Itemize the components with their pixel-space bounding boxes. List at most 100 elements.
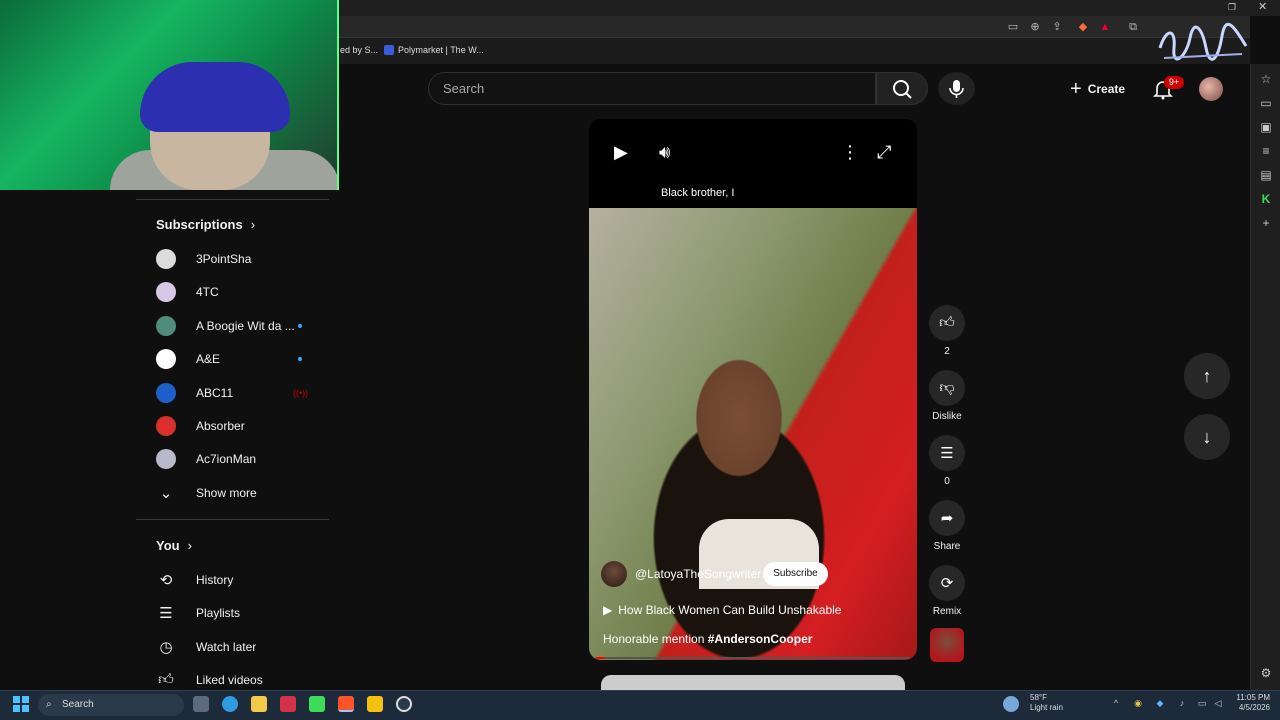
share-action[interactable]: ➦ Share (929, 500, 965, 552)
channel-name[interactable]: @LatoyaTheSongwriter (635, 567, 761, 581)
microphone-tray-icon[interactable]: ♪ (1176, 697, 1188, 709)
share-page-icon[interactable]: ⇪ (1050, 20, 1064, 34)
show-more-button[interactable]: ⌄ Show more (156, 479, 316, 507)
app-icon[interactable] (396, 696, 412, 712)
show-more-label: Show more (196, 486, 257, 500)
chevron-up-icon[interactable]: ^ (1110, 697, 1122, 709)
progress-bar[interactable] (596, 657, 910, 659)
volume-tray-icon[interactable]: ◁ (1212, 697, 1224, 709)
sidebar-item-label: History (196, 573, 234, 587)
acrobat-icon[interactable] (280, 696, 296, 712)
play-small-icon: ▶ (603, 603, 613, 617)
create-button[interactable]: + Create (1064, 76, 1138, 102)
kick-app-icon[interactable] (309, 696, 325, 712)
wallet-icon[interactable]: ▣ (1259, 120, 1273, 134)
task-view-icon[interactable] (193, 696, 209, 712)
history-panel-icon[interactable]: ▤ (1259, 168, 1273, 182)
clock-time: 11:05 PM (1236, 693, 1270, 702)
taskbar-clock[interactable]: 11:05 PM 4/5/2026 (1226, 693, 1270, 713)
rockstar-icon[interactable] (367, 696, 383, 712)
windows-start-icon[interactable] (13, 696, 29, 712)
tray-app-icon[interactable]: ◉ (1132, 697, 1144, 709)
sidebar-divider (136, 199, 329, 200)
subscription-item[interactable]: 3PointSha (156, 245, 316, 273)
weather-widget[interactable]: 58°F Light rain (1010, 693, 1063, 713)
dislike-action[interactable]: 👎︎ Dislike (929, 370, 965, 422)
more-options-icon[interactable]: ⋮ (841, 142, 859, 162)
share-label: Share (933, 541, 961, 552)
history-icon: ⟲ (159, 572, 173, 589)
signature-watermark (1156, 18, 1250, 66)
edge-icon[interactable] (222, 696, 238, 712)
sidebar-item-playlists[interactable]: ☰ Playlists (156, 599, 316, 627)
reading-list-icon[interactable]: ≡ (1259, 144, 1273, 158)
remix-label: Remix (932, 606, 962, 617)
playlists-icon: ☰ (159, 605, 173, 622)
subscriptions-header[interactable]: Subscriptions › (156, 217, 255, 232)
subscription-item[interactable]: A Boogie Wit da ... (156, 312, 316, 340)
subscription-label: Absorber (196, 419, 245, 433)
create-label: Create (1087, 82, 1126, 96)
share-icon[interactable]: ➦ (929, 500, 965, 536)
bookmark-label: ed by S... (340, 45, 379, 55)
sidebar-item-label: Watch later (196, 640, 257, 654)
subscription-item[interactable]: Absorber (156, 412, 316, 440)
thumbs-down-icon[interactable]: 👎︎ (929, 370, 965, 406)
file-explorer-icon[interactable] (251, 696, 267, 712)
channel-link[interactable]: @LatoyaTheSongwriter (601, 561, 761, 587)
previous-short-button[interactable]: ↑ (1184, 353, 1230, 399)
subscription-item[interactable]: A&E (156, 345, 316, 373)
bookmark-polymarket[interactable]: Polymarket | The W... (384, 45, 484, 55)
tabs-icon[interactable]: ▭ (1259, 96, 1273, 110)
next-short-button[interactable]: ↓ (1184, 414, 1230, 460)
account-avatar[interactable] (1199, 77, 1223, 101)
channel-avatar[interactable] (601, 561, 627, 587)
like-action[interactable]: 👍︎ 2 (929, 305, 965, 357)
extensions-icon[interactable]: ⧉ (1126, 20, 1140, 34)
tray-app-icon[interactable]: ◆ (1154, 697, 1166, 709)
remix-icon[interactable]: ⟳ (929, 565, 965, 601)
thumbs-up-icon[interactable]: 👍︎ (929, 305, 965, 341)
add-panel-icon[interactable]: + (1259, 216, 1273, 230)
chevron-down-icon: ⌄ (159, 485, 173, 502)
play-icon[interactable]: ▶ (614, 142, 628, 162)
related-video-title: How Black Women Can Build Unshakable (618, 603, 842, 617)
search-input[interactable]: Search (428, 72, 876, 105)
fullscreen-icon[interactable]: ⤢ (877, 142, 891, 162)
you-header[interactable]: You › (156, 538, 192, 553)
brave-shield-icon[interactable]: ◆ (1076, 20, 1090, 34)
search-button[interactable] (876, 72, 928, 105)
kick-icon[interactable]: K (1259, 192, 1273, 206)
bookmark-star-icon[interactable]: ☆ (1259, 72, 1273, 86)
related-video-link[interactable]: ▶ How Black Women Can Build Unshakable (603, 603, 841, 617)
cast-icon[interactable]: ▭ (1006, 20, 1020, 34)
next-short-preview[interactable] (601, 675, 905, 690)
subscription-item[interactable]: Ac7ionMan (156, 445, 316, 473)
remix-action[interactable]: ⟳ Remix (929, 565, 965, 617)
close-window-icon[interactable]: ✕ (1258, 0, 1270, 13)
volume-icon[interactable]: 🔊︎ (659, 142, 670, 162)
clock-date: 4/5/2026 (1238, 703, 1270, 712)
restore-window-icon[interactable]: ❐ (1228, 2, 1238, 12)
subscribe-button[interactable]: Subscribe (763, 562, 828, 586)
settings-gear-icon[interactable]: ⚙ (1259, 666, 1273, 680)
sidebar-item-watch-later[interactable]: ◷ Watch later (156, 633, 316, 661)
taskbar-search[interactable]: ⌕ Search (38, 694, 184, 716)
brave-rewards-icon[interactable]: ▲ (1098, 20, 1112, 34)
sidebar-item-history[interactable]: ⟲ History (156, 566, 316, 594)
subscription-label: A Boogie Wit da ... (196, 319, 295, 333)
hashtag-link[interactable]: #AndersonCooper (708, 632, 813, 646)
network-icon[interactable]: ▭ (1196, 697, 1208, 709)
comments-action[interactable]: ☰ 0 (929, 435, 965, 487)
dislike-label: Dislike (932, 411, 962, 422)
comment-icon[interactable]: ☰ (929, 435, 965, 471)
audio-thumbnail[interactable] (930, 628, 964, 662)
video-frame[interactable] (589, 208, 917, 660)
brave-icon[interactable] (338, 696, 354, 712)
subscription-label: A&E (196, 352, 221, 366)
subscription-item[interactable]: 4TC (156, 278, 316, 306)
subscription-item[interactable]: ABC11 ((•)) (156, 379, 316, 407)
voice-search-button[interactable] (938, 72, 975, 105)
zoom-icon[interactable]: ⊕ (1028, 20, 1042, 34)
bookmark-item[interactable]: ed by S... (340, 45, 378, 55)
